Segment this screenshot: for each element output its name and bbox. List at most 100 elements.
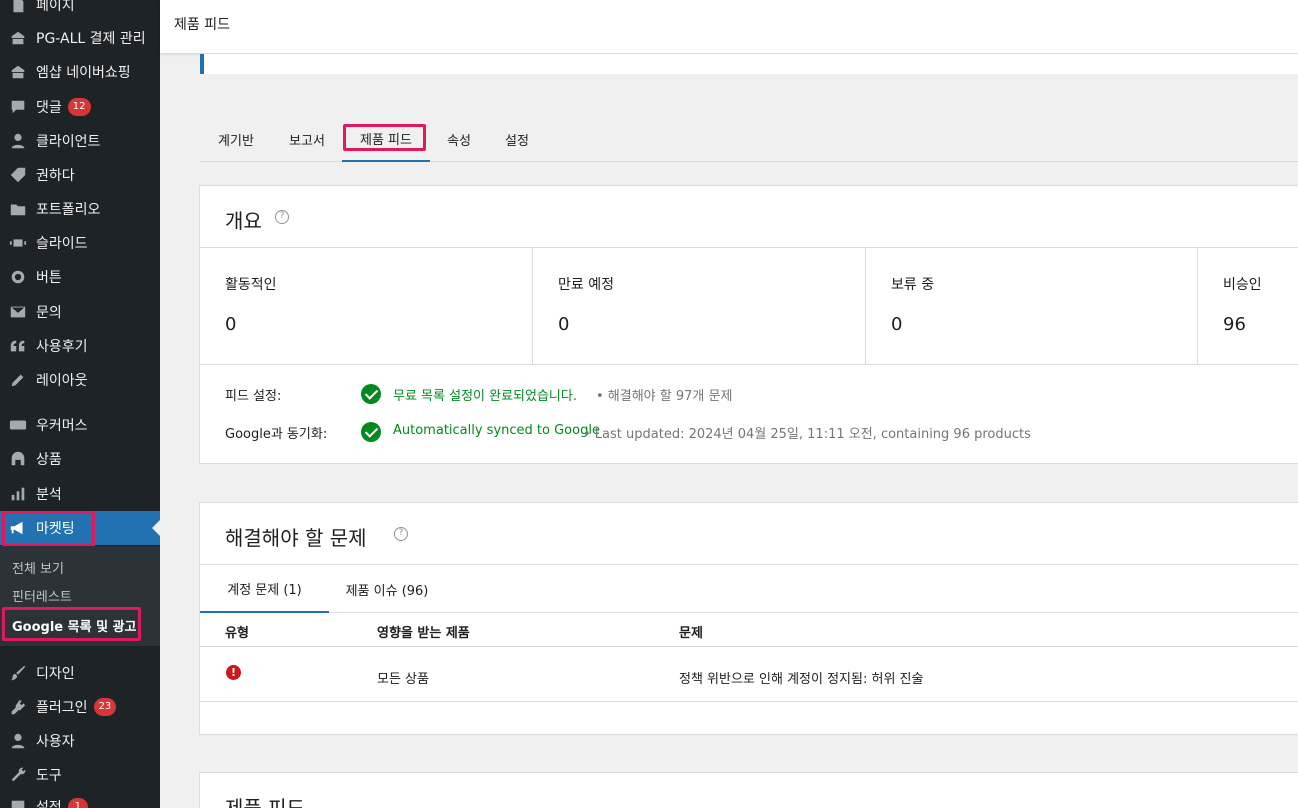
product-feed-card: 제품 피드 xyxy=(199,772,1298,808)
stat-pending: 보류 중 0 xyxy=(866,248,1198,365)
sidebar-item-buttons[interactable]: 버튼 xyxy=(0,260,160,294)
tab-dashboard[interactable]: 계기반 xyxy=(200,116,272,162)
page-header: 제품 피드 xyxy=(160,0,1298,53)
feed-setup-meta: • 해결해야 할 97개 문제 xyxy=(596,389,733,404)
stat-value: 0 xyxy=(891,314,903,335)
sync-status: Automatically synced to Google xyxy=(393,423,600,438)
sidebar-item-clients[interactable]: 클라이언트 xyxy=(0,124,160,158)
sidebar-item-layout[interactable]: 레이아웃 xyxy=(0,363,160,397)
submenu-overview[interactable]: 전체 보기 xyxy=(12,558,64,577)
error-icon: ! xyxy=(226,665,241,680)
column-header-affected: 영향을 받는 제품 xyxy=(377,626,470,641)
issues-subtabs: 계정 문제 (1) 제품 이슈 (96) xyxy=(200,564,1298,613)
stat-disapproved: 비승인 96 xyxy=(1198,248,1298,365)
comment-icon xyxy=(8,97,28,117)
sidebar-item-plugins[interactable]: 플러그인 23 xyxy=(0,690,160,724)
megaphone-icon xyxy=(8,518,28,538)
plugin-icon xyxy=(8,697,28,717)
affected-products-cell: 모든 상품 xyxy=(377,672,429,687)
issue-description-cell: 정책 위반으로 인해 계정이 정지됨: 허위 진술 xyxy=(679,672,924,687)
brush-icon xyxy=(8,663,28,683)
stat-value: 0 xyxy=(558,314,570,335)
shop-icon xyxy=(8,62,28,82)
column-header-type: 유형 xyxy=(225,626,249,641)
stat-label: 보류 중 xyxy=(891,277,935,293)
submenu-pinterest[interactable]: 핀터레스트 xyxy=(12,586,72,605)
sidebar-item-analytics[interactable]: 분석 xyxy=(0,477,160,511)
stat-label: 만료 예정 xyxy=(558,277,614,293)
settings-badge: 1 xyxy=(67,798,88,808)
tag-icon xyxy=(8,165,28,185)
divider xyxy=(200,646,1298,647)
sidebar-item-products[interactable]: 상품 xyxy=(0,442,160,476)
tab-reports[interactable]: 보고서 xyxy=(272,116,342,162)
payment-icon xyxy=(8,28,28,48)
overview-stats: 활동적인 0 만료 예정 0 보류 중 0 비승인 96 xyxy=(200,247,1298,365)
sidebar-item-portfolio[interactable]: 포트폴리오 xyxy=(0,192,160,226)
column-header-issue: 문제 xyxy=(679,626,703,641)
chart-icon xyxy=(8,484,28,504)
stat-value: 96 xyxy=(1223,314,1246,335)
plugin-update-badge: 23 xyxy=(93,698,117,716)
user-icon xyxy=(8,731,28,751)
tab-attributes[interactable]: 속성 xyxy=(430,116,488,162)
issues-card: 해결해야 할 문제 ? 계정 문제 (1) 제품 이슈 (96) 유형 영향을 … xyxy=(199,502,1298,735)
mail-icon xyxy=(8,302,28,322)
sidebar-item-testimonials[interactable]: 사용후기 xyxy=(0,329,160,363)
overview-title: 개요 xyxy=(225,209,262,233)
page-icon xyxy=(8,0,28,15)
page-title: 제품 피드 xyxy=(174,17,230,33)
help-icon[interactable]: ? xyxy=(394,527,408,541)
marketing-submenu: 전체 보기 핀터레스트 Google 목록 및 광고 xyxy=(0,546,160,646)
sidebar-item-settings[interactable]: 설정 1 xyxy=(0,790,160,808)
sidebar-item-design[interactable]: 디자인 xyxy=(0,656,160,690)
product-icon xyxy=(8,449,28,469)
notice-strip xyxy=(200,54,1298,74)
check-icon xyxy=(361,422,381,442)
client-icon xyxy=(8,131,28,151)
button-icon xyxy=(8,267,28,287)
quote-icon xyxy=(8,336,28,356)
stat-label: 활동적인 xyxy=(225,277,277,293)
stat-expiring: 만료 예정 0 xyxy=(533,248,866,365)
help-icon[interactable]: ? xyxy=(275,210,289,224)
tab-product-feed[interactable]: 제품 피드 xyxy=(342,116,430,162)
product-feed-title: 제품 피드 xyxy=(225,796,305,808)
submenu-google-listings[interactable]: Google 목록 및 광고 xyxy=(12,616,137,635)
feed-setup-label: 피드 설정: xyxy=(225,389,282,404)
sidebar-item-users[interactable]: 사용자 xyxy=(0,724,160,758)
wrench-icon xyxy=(8,765,28,785)
sidebar-item-pg-all[interactable]: PG-ALL 결제 관리 xyxy=(0,21,160,55)
stat-label: 비승인 xyxy=(1223,277,1262,293)
sidebar-item-slides[interactable]: 슬라이드 xyxy=(0,226,160,260)
sidebar-item-comments[interactable]: 댓글 12 xyxy=(0,90,160,124)
feed-setup-status: 무료 목록 설정이 완료되었습니다. xyxy=(393,389,577,404)
active-menu-arrow xyxy=(152,520,160,536)
issues-title: 해결해야 할 문제 xyxy=(225,526,367,550)
sidebar-item-pages[interactable]: 페이지 xyxy=(0,0,160,22)
divider xyxy=(200,701,1298,702)
comment-count-badge: 12 xyxy=(67,98,91,116)
sidebar-item-inquiry[interactable]: 문의 xyxy=(0,295,160,329)
sidebar-item-woocommerce[interactable]: 우커머스 xyxy=(0,408,160,442)
check-icon xyxy=(361,384,381,404)
sidebar-item-tools[interactable]: 도구 xyxy=(0,758,160,792)
admin-sidebar: 페이지 PG-ALL 결제 관리 엠샵 네이버쇼핑 댓글 12 클라이언트 권하… xyxy=(0,0,160,808)
main-tabs: 계기반 보고서 제품 피드 속성 설정 xyxy=(200,116,1298,162)
sync-meta: • Last updated: 2024년 04월 25일, 11:11 오전,… xyxy=(583,427,1031,442)
sidebar-item-marketing[interactable]: 마켓팅 xyxy=(0,511,160,545)
subtab-account-issues[interactable]: 계정 문제 (1) xyxy=(200,565,329,613)
woo-icon xyxy=(8,415,28,435)
subtab-product-issues[interactable]: 제품 이슈 (96) xyxy=(329,565,445,613)
overview-card: 개요 ? 활동적인 0 만료 예정 0 보류 중 0 비승인 96 피드 설정:… xyxy=(199,185,1298,464)
sidebar-item-naver-shopping[interactable]: 엠샵 네이버쇼핑 xyxy=(0,55,160,89)
tab-settings[interactable]: 설정 xyxy=(488,116,546,162)
sidebar-item-recommend[interactable]: 권하다 xyxy=(0,158,160,192)
stat-active: 활동적인 0 xyxy=(200,248,533,365)
folder-icon xyxy=(8,199,28,219)
sync-label: Google과 동기화: xyxy=(225,427,328,442)
pencil-icon xyxy=(8,370,28,390)
slider-icon xyxy=(8,233,28,253)
stat-value: 0 xyxy=(225,314,237,335)
settings-icon xyxy=(8,797,28,808)
